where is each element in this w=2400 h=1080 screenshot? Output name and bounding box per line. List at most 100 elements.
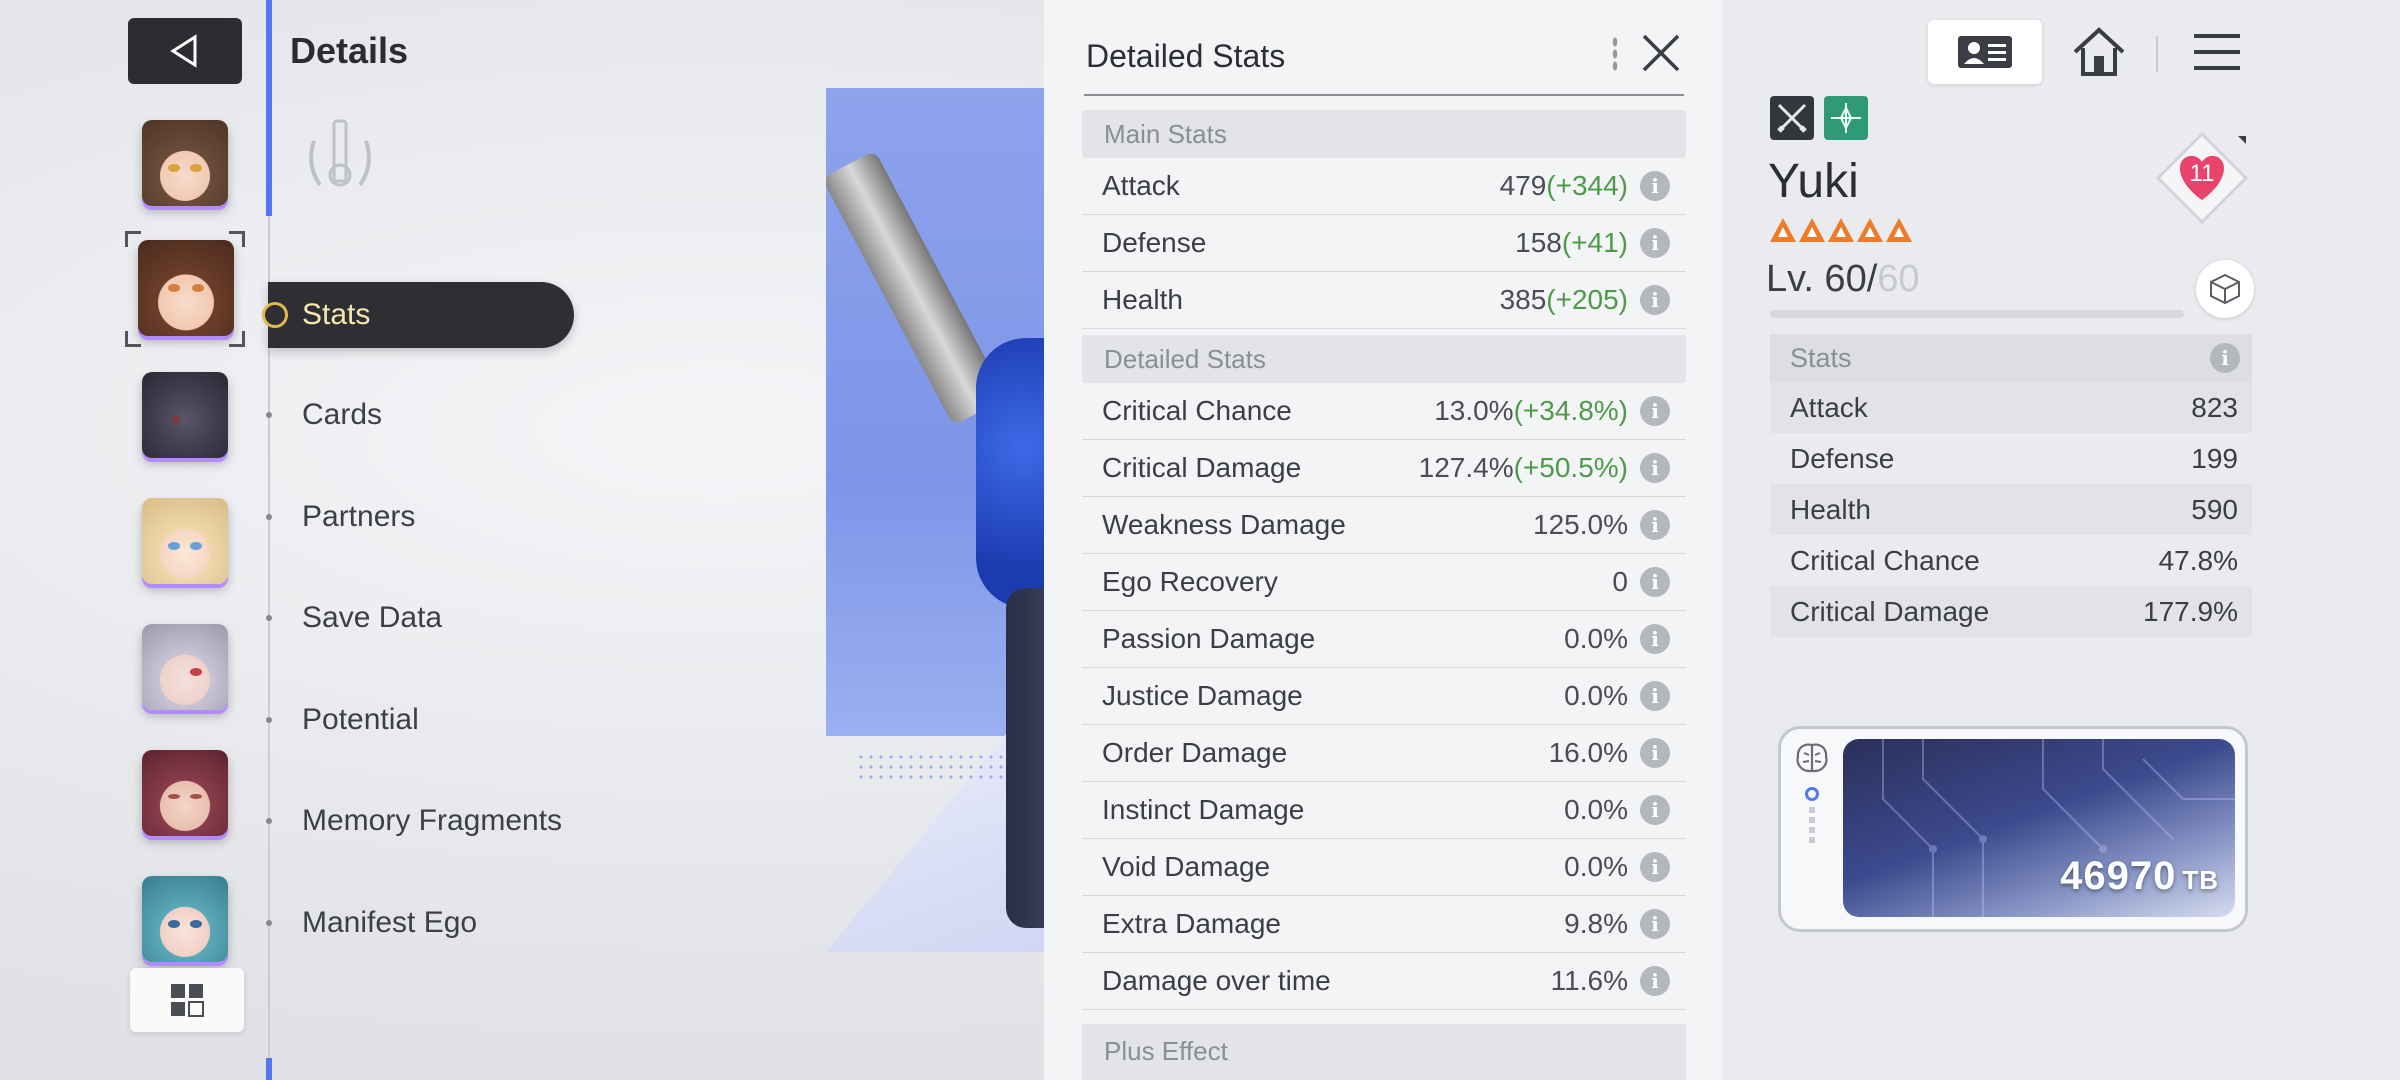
stat-name: Order Damage bbox=[1102, 737, 1288, 768]
info-icon[interactable]: i bbox=[2210, 343, 2240, 373]
nav-tab-potential[interactable]: Potential bbox=[266, 703, 419, 737]
nav-tab-save-data[interactable]: Save Data bbox=[266, 601, 443, 635]
memory-capacity-value: 46970 bbox=[2060, 854, 2177, 898]
summary-stat-row: Critical Chance 47.8% bbox=[1770, 535, 2252, 586]
stat-bonus: (+41) bbox=[1561, 227, 1628, 258]
column-divider-accent bbox=[266, 0, 272, 216]
id-card-icon bbox=[1958, 36, 2012, 68]
stat-row: Defense 158 (+41) i bbox=[1082, 215, 1686, 272]
stat-row: Attack 479 (+344) i bbox=[1082, 158, 1686, 215]
character-portrait-7[interactable] bbox=[142, 876, 228, 962]
info-icon[interactable]: i bbox=[1640, 510, 1670, 540]
info-icon[interactable]: i bbox=[1640, 228, 1670, 258]
nav-tab-memory-fragments[interactable]: Memory Fragments bbox=[266, 804, 562, 838]
summary-stat-value: 177.9% bbox=[2143, 595, 2238, 627]
stat-value: 0.0% bbox=[1564, 794, 1628, 825]
info-icon[interactable]: i bbox=[1640, 681, 1670, 711]
summary-stat-name: Critical Chance bbox=[1790, 544, 1980, 576]
stat-row: Order Damage 16.0% i bbox=[1082, 725, 1686, 782]
info-icon[interactable]: i bbox=[1640, 624, 1670, 654]
summary-stat-row: Attack 823 bbox=[1770, 382, 2252, 433]
nav-tab-label: Manifest Ego bbox=[302, 906, 478, 939]
section-header-main-stats: Main Stats bbox=[1082, 110, 1686, 158]
info-icon[interactable]: i bbox=[1640, 171, 1670, 201]
summary-stats-title: Stats bbox=[1790, 342, 1852, 373]
stat-name: Damage over time bbox=[1102, 965, 1331, 996]
stat-name: Health bbox=[1102, 284, 1183, 315]
grid-icon bbox=[171, 984, 204, 1017]
stat-value: 11.6% bbox=[1550, 965, 1628, 996]
character-name: Yuki bbox=[1768, 155, 1859, 208]
memory-storage-card[interactable]: 46970 TB bbox=[1778, 726, 2248, 932]
character-artwork bbox=[826, 88, 1044, 952]
summary-stat-row: Critical Damage 177.9% bbox=[1770, 586, 2252, 637]
nav-tab-stats[interactable]: Stats bbox=[262, 282, 574, 348]
detailed-stats-panel: Detailed Stats Main Stats Attack 479 (+344… bbox=[1044, 0, 1722, 1080]
nav-tab-label: Partners bbox=[302, 500, 416, 533]
star-rating bbox=[1770, 218, 1912, 242]
info-icon[interactable]: i bbox=[1640, 966, 1670, 996]
nav-tab-partners[interactable]: Partners bbox=[266, 500, 416, 534]
header-separator bbox=[2156, 36, 2158, 72]
stat-row: Void Damage 0.0% i bbox=[1082, 839, 1686, 896]
partial-section-label: Plus Effect bbox=[1104, 1036, 1228, 1066]
stat-value: 16.0% bbox=[1548, 737, 1628, 768]
info-icon[interactable]: i bbox=[1640, 909, 1670, 939]
stat-name: Critical Damage bbox=[1102, 452, 1302, 483]
stat-value: 13.0% bbox=[1434, 395, 1514, 426]
nav-tab-label: Potential bbox=[302, 703, 419, 736]
character-portrait-6[interactable] bbox=[142, 750, 228, 836]
stat-name: Defense bbox=[1102, 227, 1207, 258]
back-button[interactable] bbox=[128, 18, 242, 84]
info-icon[interactable]: i bbox=[1640, 285, 1670, 315]
grid-view-button[interactable] bbox=[130, 968, 244, 1032]
info-icon[interactable]: i bbox=[1640, 453, 1670, 483]
menu-button[interactable] bbox=[2162, 20, 2272, 84]
stat-bonus: (+205) bbox=[1546, 284, 1628, 315]
info-icon[interactable]: i bbox=[1640, 396, 1670, 426]
info-icon[interactable]: i bbox=[1640, 852, 1670, 882]
profile-button[interactable] bbox=[1928, 20, 2042, 84]
stat-bonus: (+344) bbox=[1546, 170, 1628, 201]
title-divider bbox=[1084, 94, 1684, 96]
star-icon bbox=[1799, 218, 1825, 242]
character-portrait-5[interactable] bbox=[142, 624, 228, 710]
star-icon bbox=[1828, 218, 1854, 242]
cube-button[interactable] bbox=[2196, 260, 2254, 318]
stat-name: Ego Recovery bbox=[1102, 566, 1278, 597]
summary-stats-table: Stats i Attack 823 Defense 199 Health 590 Crit… bbox=[1770, 334, 2252, 637]
selected-portrait-frame bbox=[124, 230, 246, 348]
close-icon[interactable] bbox=[1636, 28, 1686, 78]
home-button[interactable] bbox=[2044, 20, 2154, 84]
info-icon[interactable]: i bbox=[1640, 567, 1670, 597]
info-icon[interactable]: i bbox=[1640, 738, 1670, 768]
level-current: Lv. 60/ bbox=[1766, 258, 1878, 300]
slot-indicator-icon bbox=[1805, 787, 1819, 801]
stat-name: Extra Damage bbox=[1102, 908, 1281, 939]
summary-stat-name: Attack bbox=[1790, 391, 1868, 423]
stat-row: Extra Damage 9.8% i bbox=[1082, 896, 1686, 953]
column-divider-accent-bottom bbox=[266, 1058, 272, 1080]
stat-name: Attack bbox=[1102, 170, 1180, 201]
character-portrait-4[interactable] bbox=[142, 498, 228, 584]
star-icon bbox=[1770, 218, 1796, 242]
info-icon[interactable]: i bbox=[1640, 795, 1670, 825]
summary-stat-value: 199 bbox=[2191, 442, 2238, 474]
summary-stat-row: Defense 199 bbox=[1770, 433, 2252, 484]
drag-handle-icon[interactable] bbox=[1612, 36, 1618, 72]
memory-display: 46970 TB bbox=[1843, 739, 2235, 917]
home-icon bbox=[2073, 27, 2125, 76]
nav-tab-manifest-ego[interactable]: Manifest Ego bbox=[266, 906, 478, 940]
character-portrait-1[interactable] bbox=[142, 120, 228, 206]
section-header-detailed-stats: Detailed Stats bbox=[1082, 335, 1686, 383]
stat-value: 0.0% bbox=[1564, 680, 1628, 711]
character-portrait-3[interactable] bbox=[142, 372, 228, 458]
detailed-stats-list[interactable]: Main Stats Attack 479 (+344) i Defense 158 (+4… bbox=[1082, 110, 1686, 1010]
nav-tab-label: Save Data bbox=[302, 601, 443, 634]
stat-name: Weakness Damage bbox=[1102, 509, 1346, 540]
stat-bonus: (+50.5%) bbox=[1513, 452, 1628, 483]
nav-tab-cards[interactable]: Cards bbox=[266, 398, 382, 432]
cube-icon bbox=[2210, 273, 2240, 305]
affection-level: 11 bbox=[2189, 160, 2215, 187]
slot-scroll-indicator bbox=[1809, 807, 1815, 847]
